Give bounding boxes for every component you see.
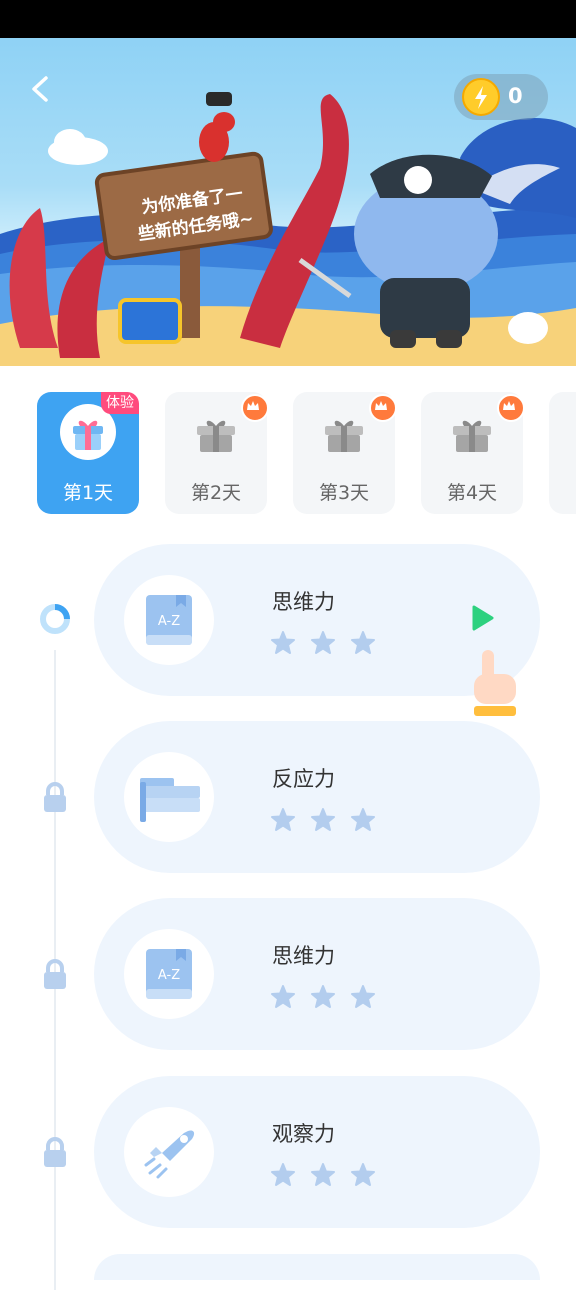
book-az-icon: A-Z [146,595,192,645]
progress-ring-icon [40,604,70,634]
star-icon [311,985,335,1008]
task-card-3[interactable]: A-Z 思维力 [94,898,540,1050]
star-icon [311,1163,335,1186]
gift-icon [316,404,372,460]
star-icon [351,985,375,1008]
coin-count: 0 [508,84,523,108]
day-tab-4[interactable]: 第4天 [421,392,525,514]
star-icon [271,808,295,831]
star-icon [351,1163,375,1186]
star-icon [271,985,295,1008]
task-icon-container: A-Z [124,575,214,665]
vip-crown-icon [369,394,397,422]
day-tab-5-partial[interactable] [549,392,576,514]
task-icon-container [124,752,214,842]
gift-icon [444,404,500,460]
coin-icon [462,78,500,116]
star-icon [351,631,375,654]
gift-icon [188,404,244,460]
vip-crown-icon [241,394,269,422]
task-icon-container: A-Z [124,929,214,1019]
star-icon [351,808,375,831]
task-title: 反应力 [272,767,335,791]
star-rating [270,984,390,1014]
lock-icon [44,959,66,989]
day-selector: 体验 第1天 第2天 第3天 第4天 [0,392,576,516]
task-icon-container [124,1107,214,1197]
play-icon[interactable] [468,604,496,632]
task-card-4[interactable]: 观察力 [94,1076,540,1228]
trial-badge: 体验 [101,392,139,414]
day-label: 第4天 [446,482,498,504]
task-title: 思维力 [272,944,335,968]
star-icon [271,631,295,654]
star-icon [311,808,335,831]
day-label: 第3天 [318,482,370,504]
header-banner: 为你准备了一 些新的任务哦~ 0 [0,38,576,366]
star-icon [271,1163,295,1186]
star-rating [270,807,390,837]
day-tab-2[interactable]: 第2天 [165,392,269,514]
status-bar [0,0,576,38]
day-tab-1[interactable]: 体验 第1天 [37,392,139,514]
task-card-2[interactable]: 反应力 [94,721,540,873]
pointing-hand-icon [474,650,516,716]
star-rating [270,1162,390,1192]
star-rating [270,630,390,660]
day-tab-3[interactable]: 第3天 [293,392,397,514]
svg-text:A-Z: A-Z [158,614,180,629]
star-icon [311,631,335,654]
task-title: 思维力 [272,590,335,614]
day-label: 第1天 [62,482,114,504]
rocket-icon [144,1130,195,1179]
day-label: 第2天 [190,482,242,504]
task-card-5-partial[interactable] [94,1254,540,1280]
task-title: 观察力 [272,1122,335,1146]
svg-text:A-Z: A-Z [158,968,180,983]
book-az-icon: A-Z [146,949,192,999]
board-icon [140,778,200,822]
coin-balance[interactable]: 0 [454,74,548,120]
vip-crown-icon [497,394,525,422]
lock-icon [44,782,66,812]
back-arrow-icon[interactable] [26,74,56,104]
lock-icon [44,1137,66,1167]
